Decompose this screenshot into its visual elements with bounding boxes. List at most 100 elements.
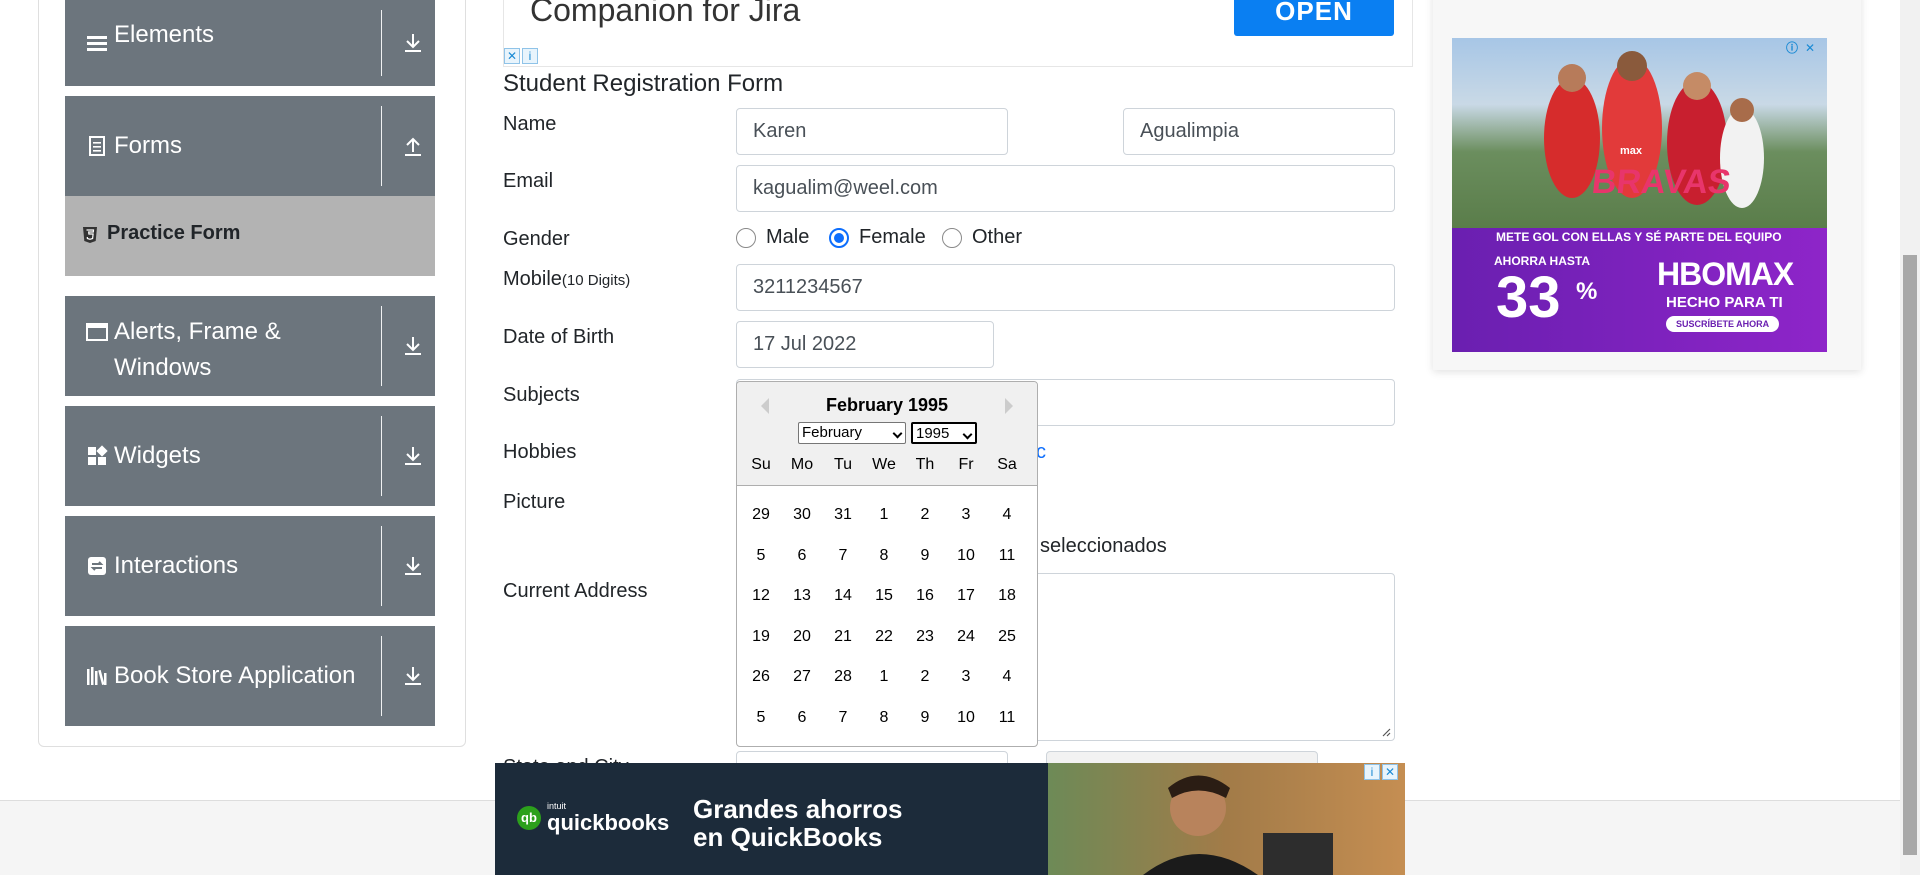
sidebar-group-forms[interactable]: Forms — [65, 96, 435, 196]
radio-dot-selected[interactable] — [829, 227, 849, 248]
calendar-day[interactable]: 16 — [905, 579, 945, 613]
ad-photo — [1048, 763, 1405, 875]
calendar-day[interactable]: 13 — [782, 579, 822, 613]
calendar-day[interactable]: 15 — [864, 579, 904, 613]
calendar-day[interactable]: 11 — [987, 701, 1027, 735]
close-icon[interactable]: ✕ — [1382, 764, 1398, 780]
sidebar-group-alerts-frame-windows[interactable]: Alerts, Frame & Windows — [65, 296, 435, 396]
ad-cta-button[interactable]: SUSCRÍBETE AHORA — [1666, 316, 1780, 332]
bottom-adchoices[interactable]: i ✕ — [1364, 764, 1398, 780]
calendar-day[interactable]: 23 — [905, 620, 945, 654]
last-name-input[interactable]: Agualimpia — [1123, 108, 1395, 155]
calendar-day[interactable]: 25 — [987, 620, 1027, 654]
sidebar-group-widgets[interactable]: Widgets — [65, 406, 435, 506]
logo-stack: intuit quickbooks — [547, 801, 669, 834]
calendar-day[interactable]: 18 — [987, 579, 1027, 613]
year-select[interactable]: 1995 — [911, 422, 977, 444]
calendar-day[interactable]: 5 — [741, 539, 781, 573]
sidebar-item-practice-form[interactable]: Practice Form — [65, 196, 435, 276]
close-icon[interactable]: ✕ — [1802, 41, 1818, 57]
right-adchoices[interactable]: ⓘ ✕ — [1784, 41, 1818, 57]
resize-handle-icon[interactable] — [1381, 727, 1391, 737]
calendar-day[interactable]: 1 — [864, 498, 904, 532]
calendar-day[interactable]: 3 — [946, 660, 986, 694]
radio-dot[interactable] — [736, 227, 756, 248]
info-icon[interactable]: ⓘ — [1784, 41, 1800, 57]
calendar-day[interactable]: 22 — [864, 620, 904, 654]
download-arrow-icon[interactable] — [400, 30, 426, 56]
calendar-day[interactable]: 6 — [782, 539, 822, 573]
email-input[interactable]: kagualim@weel.com — [736, 165, 1395, 212]
download-arrow-icon[interactable] — [400, 443, 426, 469]
calendar-day[interactable]: 7 — [823, 701, 863, 735]
calendar-day[interactable]: 8 — [864, 701, 904, 735]
day-name: Su — [751, 456, 771, 473]
calendar-day[interactable]: 30 — [782, 498, 822, 532]
gender-other-radio[interactable]: Other — [942, 226, 1022, 249]
calendar-day[interactable]: 10 — [946, 539, 986, 573]
calendar-day[interactable]: 31 — [823, 498, 863, 532]
sidebar-group-label-line2: Windows — [114, 354, 212, 381]
bottom-ad-banner[interactable]: qb intuit quickbooks Grandes ahorros en … — [495, 763, 1405, 875]
calendar-day[interactable]: 1 — [864, 660, 904, 694]
calendar-day[interactable]: 9 — [905, 539, 945, 573]
sidebar-group-label: Book Store Application — [114, 662, 356, 689]
calendar-day[interactable]: 4 — [987, 660, 1027, 694]
calendar-day[interactable]: 4 — [987, 498, 1027, 532]
gender-male-radio[interactable]: Male — [736, 226, 809, 249]
calendar-day[interactable]: 7 — [823, 539, 863, 573]
radio-dot[interactable] — [942, 227, 962, 248]
adchoices[interactable]: ✕ i — [504, 48, 538, 64]
info-icon[interactable]: i — [1364, 764, 1380, 780]
right-ad-banner[interactable]: max BRAVAS METE GOL CON ELLAS Y SÉ PARTE… — [1452, 38, 1827, 352]
calendar-day[interactable]: 28 — [823, 660, 863, 694]
next-month-icon[interactable] — [1005, 398, 1013, 414]
top-ad-open-button[interactable]: OPEN — [1234, 0, 1394, 36]
day-name: Sa — [997, 456, 1017, 473]
calendar-day[interactable]: 14 — [823, 579, 863, 613]
quickbooks-logo-icon: qb — [517, 805, 541, 830]
divider — [381, 526, 382, 606]
calendar-day[interactable]: 29 — [741, 498, 781, 532]
calendar-day[interactable]: 9 — [905, 701, 945, 735]
calendar-day[interactable]: 8 — [864, 539, 904, 573]
top-ad-banner[interactable]: Companion for Jira OPEN — [503, 0, 1413, 67]
calendar-day[interactable]: 6 — [782, 701, 822, 735]
download-arrow-icon[interactable] — [400, 553, 426, 579]
calendar-day[interactable]: 10 — [946, 701, 986, 735]
ad-brand: HBOMAX — [1657, 256, 1794, 292]
calendar-day[interactable]: 5 — [741, 701, 781, 735]
calendar-day[interactable]: 12 — [741, 579, 781, 613]
date-of-birth-input[interactable]: 17 Jul 2022 — [736, 321, 994, 368]
top-ad-text: Companion for Jira — [530, 0, 801, 28]
calendar-day[interactable]: 21 — [823, 620, 863, 654]
close-icon[interactable]: ✕ — [504, 48, 520, 64]
calendar-day[interactable]: 20 — [782, 620, 822, 654]
calendar-day[interactable]: 19 — [741, 620, 781, 654]
interactions-icon — [88, 557, 106, 575]
info-icon[interactable]: i — [522, 48, 538, 64]
download-arrow-icon[interactable] — [400, 333, 426, 359]
upload-arrow-icon[interactable] — [400, 133, 426, 159]
label-mobile-text: Mobile — [503, 268, 562, 290]
sidebar-group-elements[interactable]: Elements — [65, 0, 435, 86]
sidebar-group-book-store[interactable]: Book Store Application — [65, 626, 435, 726]
calendar-day[interactable]: 26 — [741, 660, 781, 694]
calendar-day[interactable]: 17 — [946, 579, 986, 613]
ad-promo-panel: METE GOL CON ELLAS Y SÉ PARTE DEL EQUIPO… — [1452, 228, 1827, 352]
calendar-day[interactable]: 3 — [946, 498, 986, 532]
mobile-input[interactable]: 3211234567 — [736, 264, 1395, 311]
first-name-input[interactable]: Karen — [736, 108, 1008, 155]
calendar-day[interactable]: 11 — [987, 539, 1027, 573]
calendar-day[interactable]: 27 — [782, 660, 822, 694]
month-select[interactable]: February — [798, 422, 906, 444]
download-arrow-icon[interactable] — [400, 663, 426, 689]
calendar-day[interactable]: 2 — [905, 660, 945, 694]
year-select-value: 1995 — [916, 425, 950, 442]
calendar-day[interactable]: 24 — [946, 620, 986, 654]
ad-image-stadium: max BRAVAS — [1452, 38, 1827, 228]
sidebar-group-interactions[interactable]: Interactions — [65, 516, 435, 616]
scrollbar-thumb[interactable] — [1903, 255, 1917, 855]
calendar-day[interactable]: 2 — [905, 498, 945, 532]
gender-female-radio[interactable]: Female — [829, 226, 926, 249]
